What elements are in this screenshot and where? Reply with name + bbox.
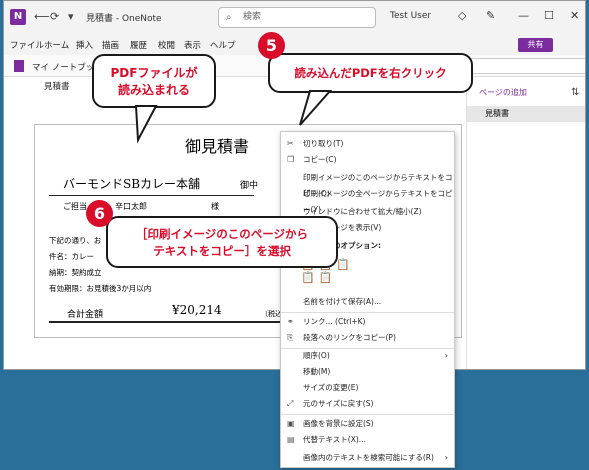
sort-icon[interactable]: ⇅	[571, 87, 579, 98]
sync-icon[interactable]: ⟳	[50, 10, 59, 23]
menu-set-background[interactable]: ▣ 画像を背景に設定(S)	[281, 416, 454, 432]
menu-separator	[281, 414, 454, 415]
step6-badge: 6	[86, 200, 113, 227]
menu-item-label: コピー(C)	[303, 155, 337, 164]
doc-rep-name: 辛口太郎	[115, 202, 147, 211]
menu-item-label: 代替テキスト(X)...	[303, 435, 366, 444]
menu-copy-text-this-page[interactable]: 印刷イメージのこのページからテキストをコピー(Q)	[281, 170, 454, 198]
callout-pdf-loaded: PDFファイルが 読み込まれる	[92, 54, 216, 108]
menu-home[interactable]: ホーム	[44, 39, 69, 51]
title-bar: N ⟵ ⟳ ▾ 見積書 - OneNote ⌕ 検索 Test User ◇ ✎…	[4, 1, 585, 35]
maximize-icon[interactable]: ☐	[544, 9, 554, 22]
notebook-icon	[14, 60, 24, 72]
menu-copy-paragraph-link[interactable]: ⎘ 段落へのリンクをコピー(P)	[281, 330, 454, 346]
total-amount: ¥20,214	[172, 303, 222, 317]
menu-item-label: 画像を背景に設定(S)	[303, 419, 374, 428]
company-underline	[49, 195, 254, 196]
menu-separator	[281, 312, 454, 313]
menu-copy[interactable]: ❐ コピー(C)	[281, 152, 454, 168]
back-icon[interactable]: ⟵	[34, 10, 50, 23]
menu-item-label: サイズの変更(E)	[303, 383, 359, 392]
pdf-attachment-label[interactable]: 見積書	[44, 80, 70, 92]
doc-line: 有効期限：お見積後3か月以内	[49, 284, 152, 293]
onenote-app-icon: N	[10, 9, 26, 25]
menu-alt-text[interactable]: ▤ 代替テキスト(X)...	[281, 432, 454, 448]
resize-icon: ⤢	[287, 399, 294, 408]
menu-item-label: 切り取り(T)	[303, 139, 344, 148]
menu-make-searchable[interactable]: 画像内のテキストを検索可能にする(R) ›	[281, 450, 454, 466]
link-icon: ⚭	[287, 317, 294, 326]
diamond-icon[interactable]: ◇	[458, 9, 466, 22]
menu-item-label: 移動(M)	[303, 367, 331, 376]
add-page-button[interactable]: ページの追加	[479, 87, 527, 98]
menu-insert[interactable]: 挿入	[76, 39, 93, 51]
menu-resize[interactable]: サイズの変更(E)	[281, 380, 454, 396]
menu-bar: ファイル ホーム 挿入 描画 履歴 校閲 表示 ヘルプ 共有	[4, 35, 585, 55]
callout-pdf-pointer	[134, 105, 158, 144]
doc-rep-label: ご担当	[63, 202, 87, 211]
step5-badge: 5	[258, 32, 285, 59]
menu-item-label: 元のサイズに戻す(S)	[303, 399, 374, 408]
menu-order[interactable]: 順序(O) ›	[281, 348, 454, 364]
user-name[interactable]: Test User	[390, 11, 431, 21]
menu-item-label: 名前を付けて保存(A)...	[303, 297, 382, 306]
menu-item-label: 画像内のテキストを検索可能にする(R)	[303, 453, 434, 462]
menu-item-label: 段落へのリンクをコピー(P)	[303, 333, 396, 342]
search-placeholder: 検索	[243, 12, 262, 22]
share-button[interactable]: 共有	[518, 38, 553, 52]
callout-step5: 読み込んだPDFを右クリック	[268, 53, 473, 93]
background-icon: ▣	[287, 419, 295, 428]
page-list-panel: ページの追加 ⇅ 見積書	[466, 78, 585, 369]
menu-review[interactable]: 校閲	[158, 39, 175, 51]
doc-total: 合計金額 ¥20,214 （税込）	[49, 303, 299, 323]
menu-view[interactable]: 表示	[184, 39, 201, 51]
search-box[interactable]: ⌕ 検索	[218, 7, 376, 28]
customize-icon[interactable]: ▾	[68, 10, 74, 23]
doc-title: 御見積書	[185, 137, 250, 156]
menu-link[interactable]: ⚭ リンク... (Ctrl+K)	[281, 314, 454, 330]
menu-file[interactable]: ファイル	[10, 39, 44, 51]
menu-cut[interactable]: ✂ 切り取り(T)	[281, 136, 454, 152]
paragraph-link-icon: ⎘	[287, 333, 294, 342]
chevron-right-icon: ›	[444, 453, 448, 462]
menu-item-label: ウインドウに合わせて拡大/縮小(Z)	[303, 207, 422, 216]
minimize-icon[interactable]: —	[518, 9, 529, 22]
search-icon: ⌕	[226, 12, 232, 23]
context-menu: ✂ 切り取り(T) ❐ コピー(C) 印刷イメージのこのページからテキストをコピー(…	[280, 131, 455, 468]
pen-icon[interactable]: ✎	[486, 9, 495, 22]
menu-history[interactable]: 履歴	[130, 39, 147, 51]
doc-rep-suffix: 様	[211, 202, 219, 211]
chevron-right-icon: ›	[444, 351, 448, 360]
menu-help[interactable]: ヘルプ	[210, 39, 236, 51]
total-label: 合計金額	[67, 310, 104, 320]
menu-restore-size[interactable]: ⤢ 元のサイズに戻す(S)	[281, 396, 454, 412]
menu-item-label: リンク... (Ctrl+K)	[303, 317, 366, 326]
menu-draw[interactable]: 描画	[102, 39, 119, 51]
callout-step5-pointer	[299, 90, 333, 126]
menu-save-as[interactable]: 名前を付けて保存(A)...	[281, 294, 454, 310]
menu-item-label: 順序(O)	[303, 351, 330, 360]
page-list-item[interactable]: 見積書	[467, 106, 585, 122]
scissors-icon: ✂	[287, 139, 294, 148]
alt-text-icon: ▤	[287, 435, 295, 444]
callout-step6: ［印刷イメージのこのページから テキストをコピー］を選択	[106, 216, 338, 268]
doc-honorific: 御中	[240, 181, 259, 191]
window-title: 見積書 - OneNote	[86, 14, 162, 24]
menu-copy-text-all-pages[interactable]: 印刷イメージの全ページからテキストをコピー(Y)	[281, 186, 454, 214]
close-icon[interactable]: ✕	[570, 9, 579, 22]
copy-icon: ❐	[287, 155, 295, 164]
doc-company: バーモンドSBカレー本舗	[63, 177, 201, 191]
menu-move[interactable]: 移動(M)	[281, 364, 454, 380]
